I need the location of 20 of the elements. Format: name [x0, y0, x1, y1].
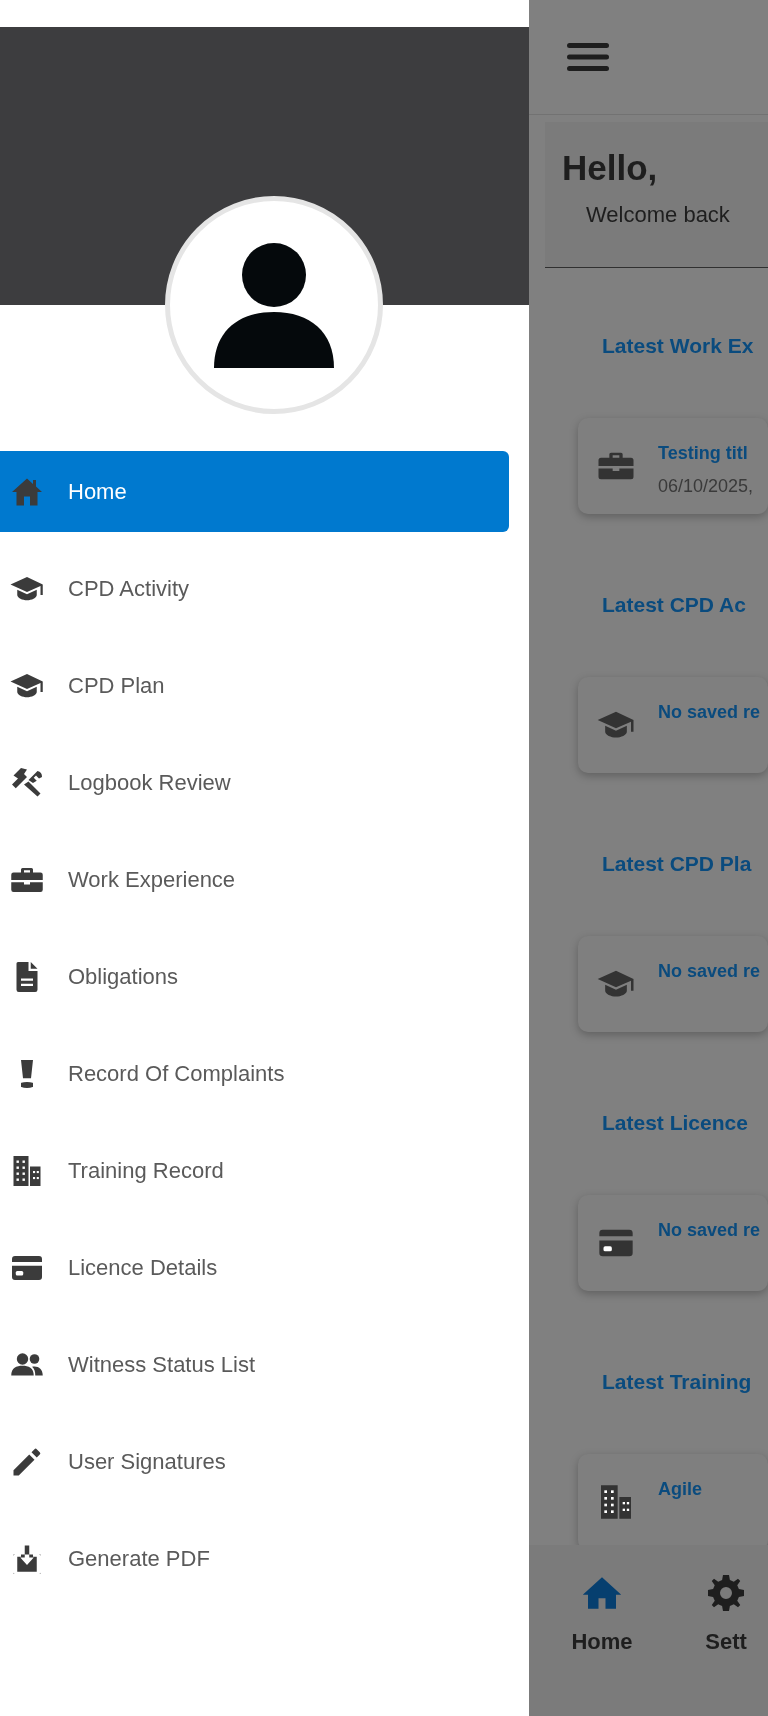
section-heading: Latest Training: [602, 1369, 753, 1395]
section-heading: Latest CPD Ac: [602, 592, 747, 618]
card-title: Agile: [658, 1478, 702, 1501]
section-heading: Latest Licence: [602, 1110, 749, 1136]
card-title: No saved re: [658, 701, 761, 724]
card-title: No saved re: [658, 960, 761, 983]
settings-icon: [708, 1575, 744, 1611]
card-date: 06/10/2025,: [658, 475, 754, 498]
section-heading: Latest CPD Pla: [602, 851, 753, 877]
bottom-tab[interactable]: Sett: [687, 1575, 765, 1658]
section-heading: Latest Work Ex: [602, 333, 755, 359]
bottom-tab[interactable]: Home: [563, 1575, 641, 1658]
exclamation-icon: [21, 1059, 33, 1088]
card-title: Testing titl: [658, 442, 749, 465]
home-icon: [581, 1575, 623, 1611]
greeting-title: Hello,: [562, 148, 659, 188]
menu-icon: [567, 42, 609, 72]
drawer-item[interactable]: Home: [0, 451, 509, 532]
welcome-text: Welcome back: [586, 201, 731, 229]
card-title: No saved re: [658, 1219, 761, 1242]
